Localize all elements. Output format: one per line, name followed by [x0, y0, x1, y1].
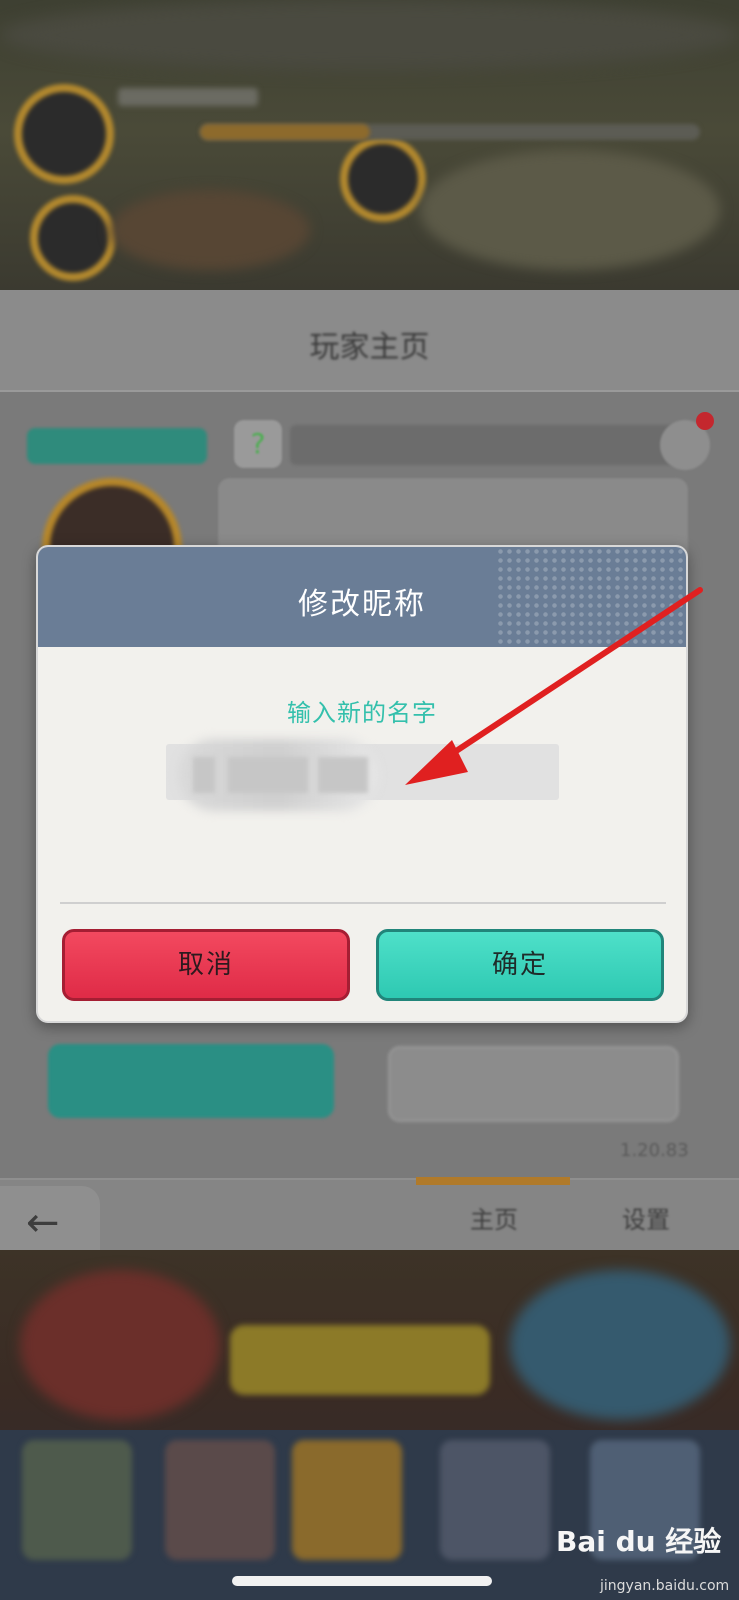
prompt-label: 输入新的名字 — [287, 699, 437, 727]
friend-button-bg — [48, 1044, 334, 1118]
power-badge — [27, 428, 207, 464]
dock-item[interactable] — [22, 1440, 132, 1560]
dock-item[interactable] — [440, 1440, 550, 1560]
notification-dot — [696, 412, 714, 430]
baidu-watermark: Bai du 经验 — [556, 1525, 722, 1558]
team-avatar — [30, 195, 116, 281]
gift-button-bg — [388, 1046, 679, 1122]
panel-title: 玩家主页 — [309, 330, 430, 365]
nickname-bar — [290, 425, 680, 465]
player-name-blurred — [118, 88, 258, 106]
redacted-block — [193, 757, 215, 793]
action-bar — [230, 1325, 490, 1395]
home-indicator[interactable] — [232, 1576, 492, 1586]
exp-bar-fill — [200, 124, 370, 140]
version-label: 1.20.83 — [620, 1140, 689, 1161]
cancel-button[interactable]: 取消 — [62, 929, 350, 1001]
confirm-button[interactable]: 确定 — [376, 929, 664, 1001]
watermark-url: jingyan.baidu.com — [600, 1578, 730, 1594]
center-avatar — [340, 136, 426, 222]
dialog-header: 修改昵称 — [38, 547, 686, 647]
dock-item[interactable] — [292, 1440, 402, 1560]
tab-settings[interactable]: 设置 — [622, 1200, 670, 1235]
redacted-block — [228, 757, 308, 793]
tab-home[interactable]: 主页 — [470, 1200, 518, 1235]
help-icon[interactable]: ? — [234, 420, 282, 468]
scene-blob — [510, 1270, 730, 1420]
player-avatar-small — [14, 84, 114, 184]
dock-item[interactable] — [165, 1440, 275, 1560]
rename-dialog: 修改昵称 输入新的名字 取消 确定 — [36, 545, 688, 1023]
arrow-left-icon: ← — [26, 1200, 60, 1246]
dialog-title: 修改昵称 — [298, 587, 426, 622]
divider — [60, 902, 666, 904]
scene-blob — [110, 190, 310, 270]
redacted-block — [318, 757, 368, 793]
tab-indicator — [416, 1177, 570, 1185]
top-strip — [0, 0, 739, 70]
scene-blob — [420, 150, 720, 270]
scene-blob — [20, 1270, 220, 1420]
